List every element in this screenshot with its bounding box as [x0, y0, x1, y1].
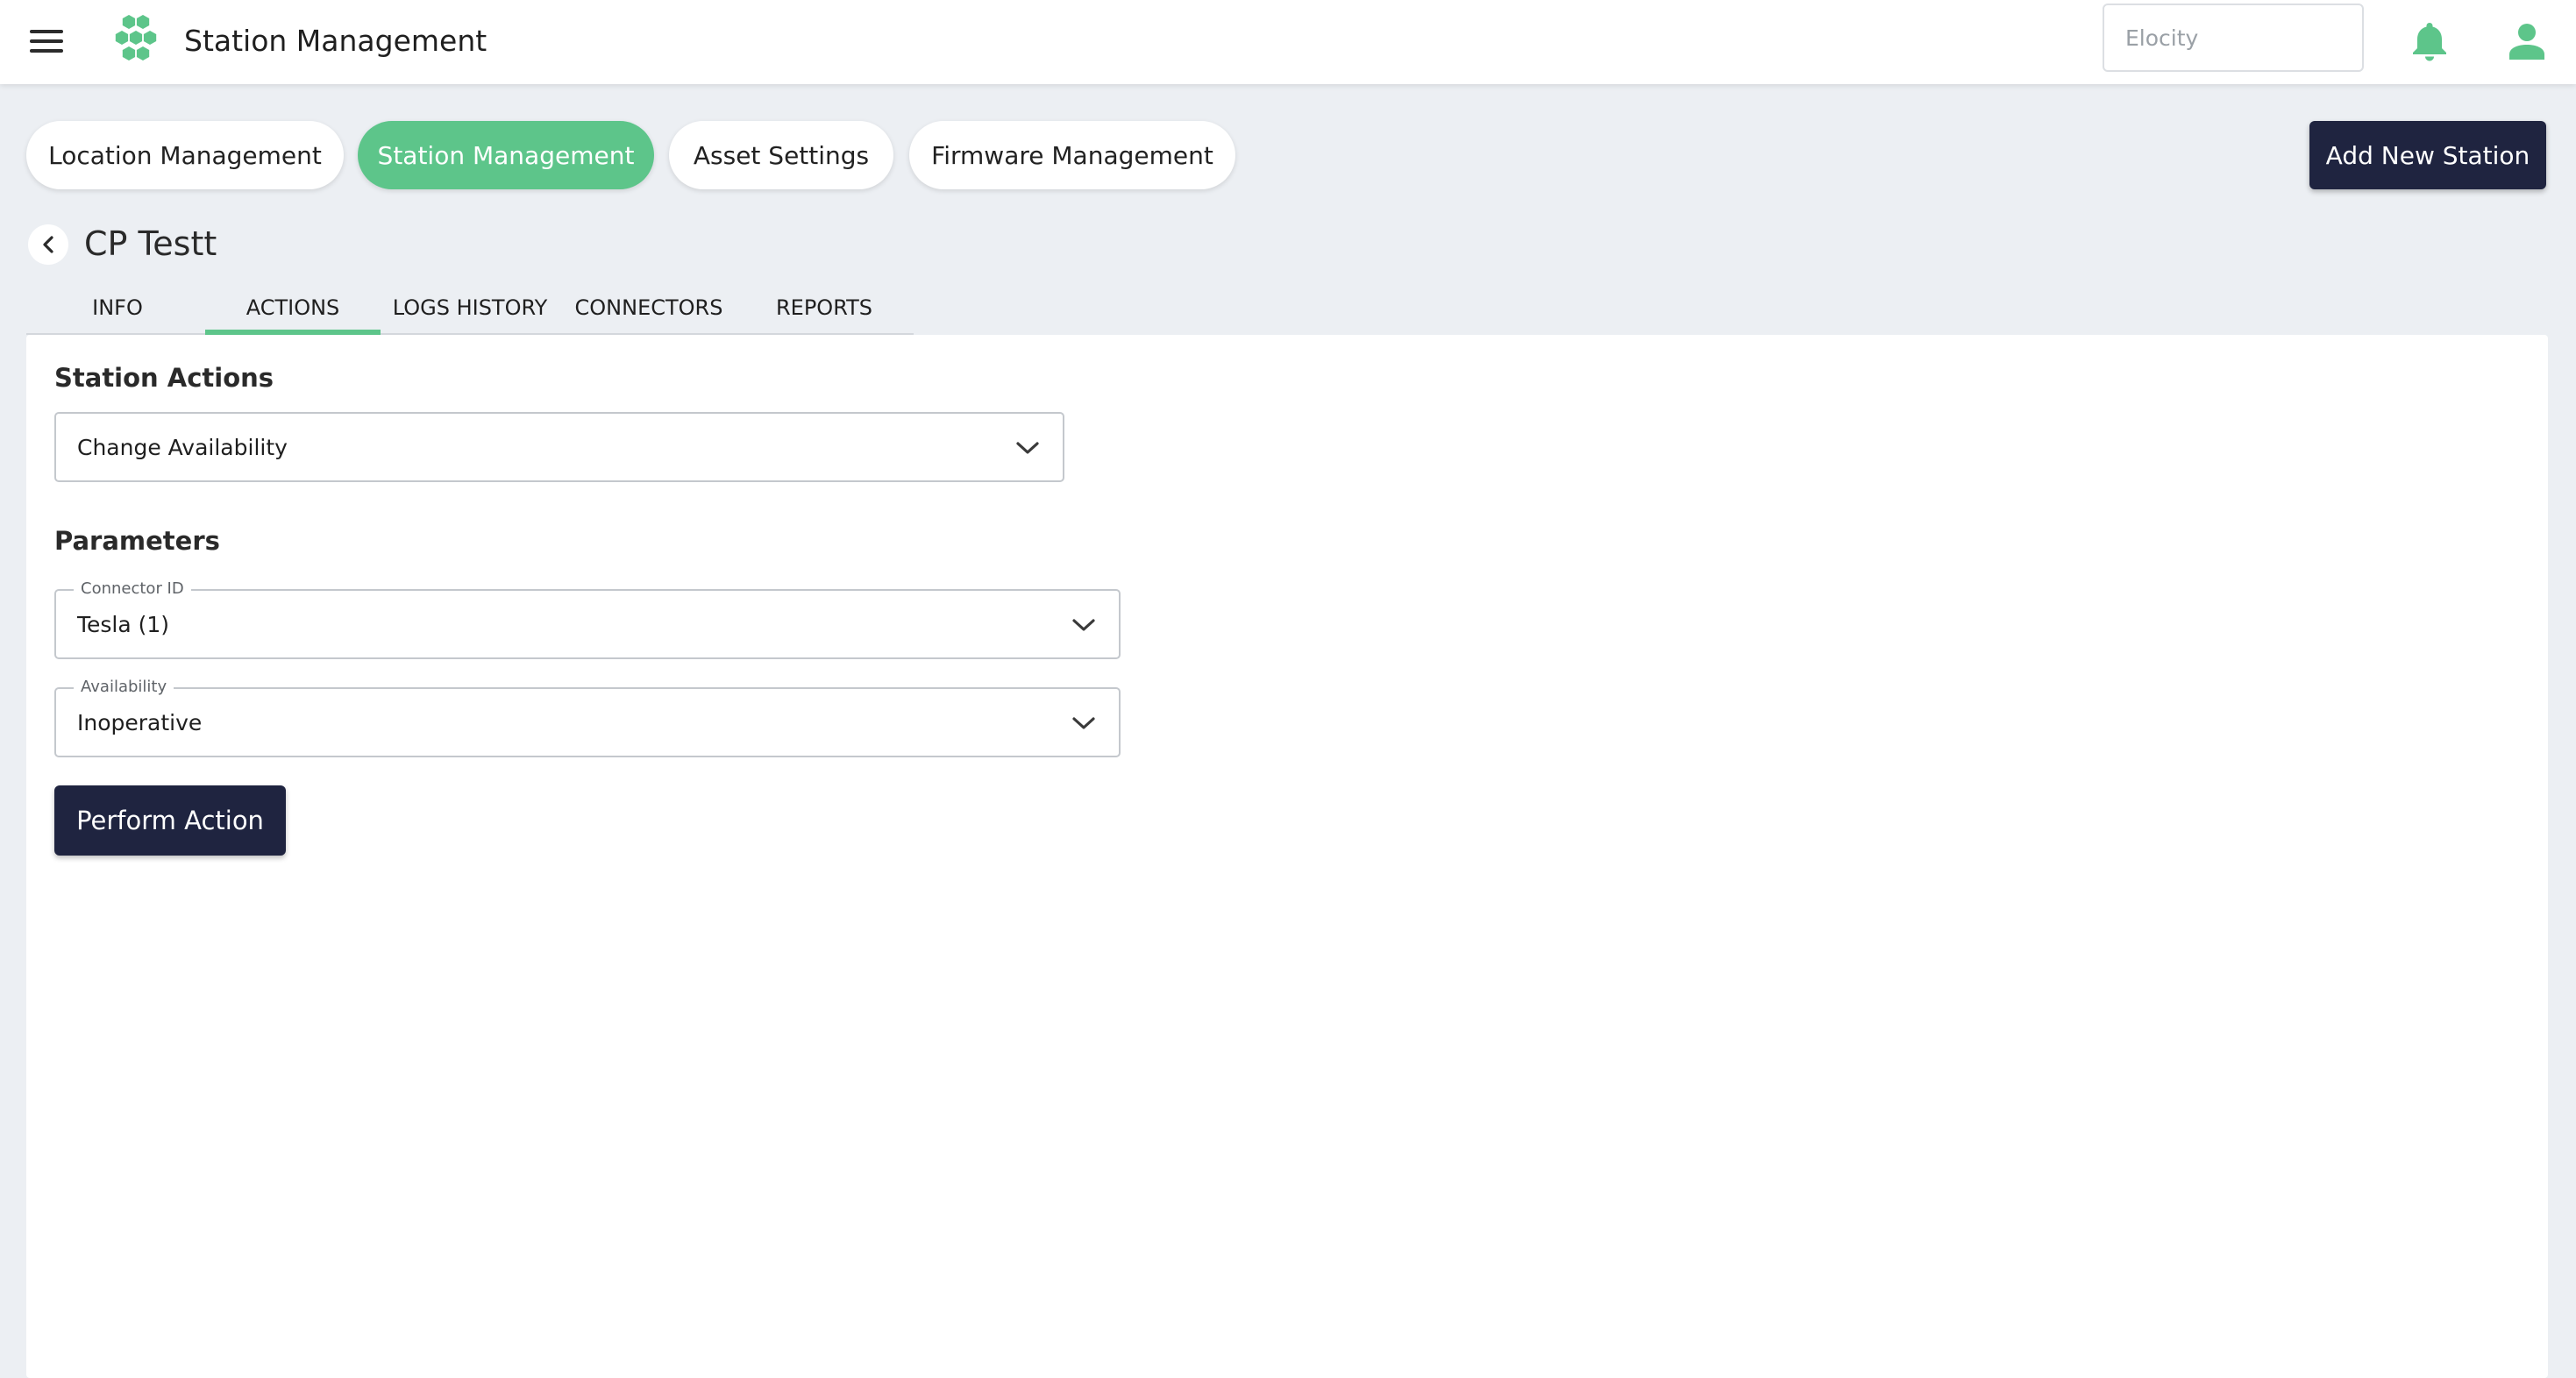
nav-pill-asset-settings[interactable]: Asset Settings	[669, 121, 893, 189]
nav-pill-location-management[interactable]: Location Management	[26, 121, 344, 189]
hamburger-menu-icon[interactable]	[30, 30, 65, 54]
chevron-down-icon	[1072, 717, 1095, 729]
parameters-heading: Parameters	[54, 526, 220, 556]
app-title: Station Management	[184, 24, 487, 58]
availability-select[interactable]: Availability Inoperative	[54, 677, 1121, 757]
back-button[interactable]	[28, 224, 68, 265]
add-new-station-button[interactable]: Add New Station	[2309, 121, 2546, 189]
tab-info[interactable]: INFO	[26, 282, 209, 333]
bell-icon[interactable]	[2411, 21, 2448, 61]
tab-connectors[interactable]: CONNECTORS	[561, 282, 737, 333]
station-action-select[interactable]: Change Availability	[54, 412, 1064, 482]
user-profile-icon[interactable]	[2509, 23, 2544, 60]
chevron-down-icon	[1072, 619, 1095, 631]
station-name-title: CP Testt	[84, 224, 217, 263]
tab-reports[interactable]: REPORTS	[737, 282, 912, 333]
actions-panel: Station Actions Change Availability Para…	[26, 335, 2548, 1378]
search-field[interactable]	[2103, 4, 2364, 72]
chevron-left-icon	[43, 236, 53, 253]
search-input[interactable]	[2104, 5, 2362, 70]
tab-logs-history[interactable]: LOGS HISTORY	[382, 282, 558, 333]
chevron-down-icon	[1016, 442, 1039, 454]
perform-action-button[interactable]: Perform Action	[54, 785, 286, 856]
nav-pill-station-management[interactable]: Station Management	[358, 121, 654, 189]
availability-value: Inoperative	[77, 709, 203, 735]
station-action-value: Change Availability	[77, 434, 288, 460]
hexagon-logo-icon	[114, 13, 158, 62]
station-actions-heading: Station Actions	[54, 363, 274, 393]
tab-actions[interactable]: ACTIONS	[205, 282, 381, 335]
top-app-bar: Station Management	[0, 0, 2576, 84]
connector-id-value: Tesla (1)	[77, 611, 170, 637]
connector-id-select[interactable]: Connector ID Tesla (1)	[54, 579, 1121, 659]
nav-pill-firmware-management[interactable]: Firmware Management	[909, 121, 1235, 189]
